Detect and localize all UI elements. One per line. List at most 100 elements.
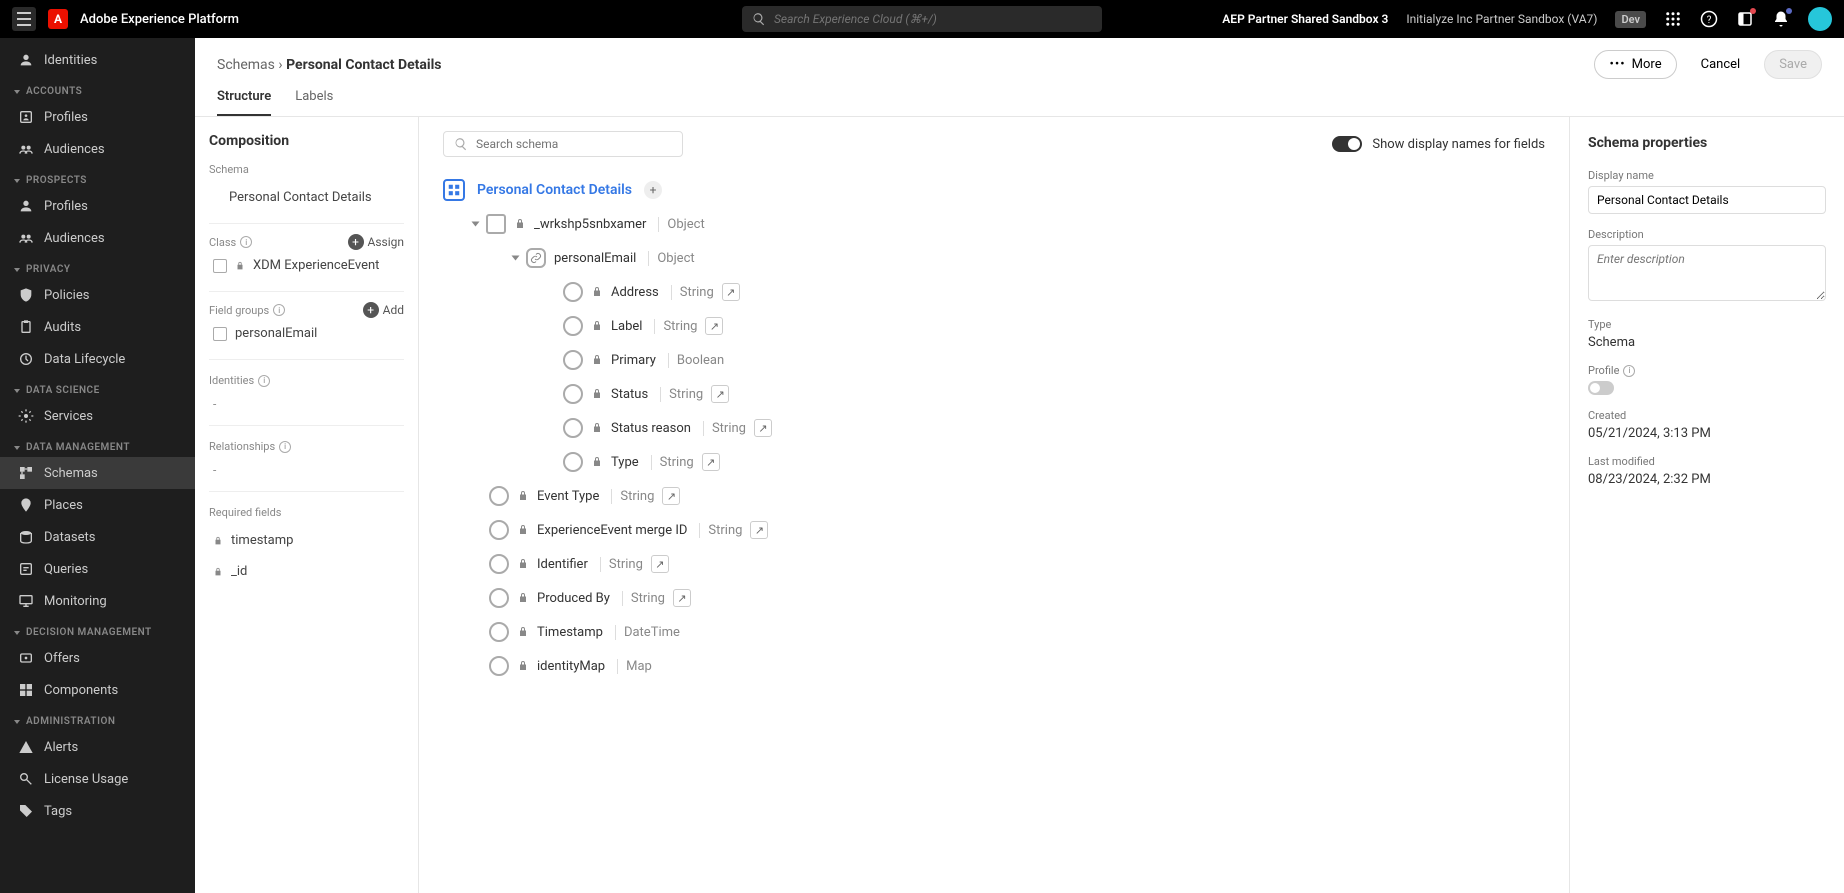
field-node-icon[interactable] bbox=[489, 486, 509, 506]
nav-section-header[interactable]: DATA MANAGEMENT bbox=[0, 432, 195, 457]
nav-policies[interactable]: Policies bbox=[0, 279, 195, 311]
nav-audits[interactable]: Audits bbox=[0, 311, 195, 343]
field-name[interactable]: Label bbox=[611, 319, 642, 334]
field-node-icon[interactable] bbox=[563, 384, 583, 404]
tab-structure[interactable]: Structure bbox=[217, 89, 271, 116]
class-item[interactable]: XDM ExperienceEvent bbox=[209, 250, 404, 281]
avatar[interactable] bbox=[1808, 7, 1832, 31]
field-name[interactable]: personalEmail bbox=[554, 251, 636, 266]
arrow-out-icon[interactable]: ↗ bbox=[705, 317, 723, 335]
nav-places[interactable]: Places bbox=[0, 489, 195, 521]
nav-components[interactable]: Components bbox=[0, 674, 195, 706]
field-node-icon[interactable] bbox=[563, 282, 583, 302]
breadcrumb-parent[interactable]: Schemas bbox=[217, 57, 275, 73]
nav-services[interactable]: Services bbox=[0, 400, 195, 432]
field-node-icon[interactable] bbox=[489, 554, 509, 574]
field-node-icon[interactable] bbox=[563, 316, 583, 336]
fieldgroup-item[interactable]: personalEmail bbox=[209, 318, 404, 349]
nav-audiences[interactable]: Audiences bbox=[0, 222, 195, 254]
expand-caret[interactable] bbox=[512, 256, 520, 261]
nav-alerts[interactable]: Alerts bbox=[0, 731, 195, 763]
field-node-icon[interactable] bbox=[563, 350, 583, 370]
field-name[interactable]: Address bbox=[611, 285, 659, 300]
arrow-out-icon[interactable]: ↗ bbox=[754, 419, 772, 437]
nav-schemas[interactable]: Schemas bbox=[0, 457, 195, 489]
field-node-icon[interactable] bbox=[489, 588, 509, 608]
arrow-out-icon[interactable]: ↗ bbox=[711, 385, 729, 403]
field-name[interactable]: Identifier bbox=[537, 557, 588, 572]
nav-queries[interactable]: Queries bbox=[0, 553, 195, 585]
schema-root-label[interactable]: Personal Contact Details bbox=[477, 182, 632, 198]
schema-search-input[interactable] bbox=[476, 137, 672, 151]
field-name[interactable]: ExperienceEvent merge ID bbox=[537, 523, 687, 538]
field-type: Boolean bbox=[668, 353, 724, 368]
nav-section-header[interactable]: DECISION MANAGEMENT bbox=[0, 617, 195, 642]
display-names-toggle[interactable] bbox=[1332, 136, 1362, 152]
lock-icon bbox=[591, 286, 603, 298]
nav-license-usage[interactable]: License Usage bbox=[0, 763, 195, 795]
field-name[interactable]: Status bbox=[611, 387, 648, 402]
nav-profiles[interactable]: Profiles bbox=[0, 101, 195, 133]
info-icon[interactable]: i bbox=[1623, 365, 1635, 377]
info-icon[interactable]: i bbox=[273, 304, 285, 316]
display-name-input[interactable] bbox=[1588, 186, 1826, 214]
arrow-out-icon[interactable]: ↗ bbox=[662, 487, 680, 505]
add-field-button[interactable]: + bbox=[644, 181, 662, 199]
info-icon[interactable]: i bbox=[240, 236, 252, 248]
tab-labels[interactable]: Labels bbox=[295, 89, 333, 116]
nav-section-header[interactable]: ADMINISTRATION bbox=[0, 706, 195, 731]
field-node-icon[interactable] bbox=[489, 656, 509, 676]
nav-identities[interactable]: Identities bbox=[0, 44, 195, 76]
help-icon[interactable]: ? bbox=[1700, 10, 1718, 28]
field-name[interactable]: Primary bbox=[611, 353, 656, 368]
field-name[interactable]: Produced By bbox=[537, 591, 610, 606]
field-name[interactable]: Event Type bbox=[537, 489, 599, 504]
nav-section-header[interactable]: PRIVACY bbox=[0, 254, 195, 279]
arrow-out-icon[interactable]: ↗ bbox=[702, 453, 720, 471]
nav-monitoring[interactable]: Monitoring bbox=[0, 585, 195, 617]
object-node-icon[interactable] bbox=[526, 248, 546, 268]
nav-offers[interactable]: Offers bbox=[0, 642, 195, 674]
assign-button[interactable]: +Assign bbox=[348, 234, 405, 250]
nav-datasets[interactable]: Datasets bbox=[0, 521, 195, 553]
schema-name[interactable]: Personal Contact Details bbox=[209, 182, 404, 213]
field-name[interactable]: identityMap bbox=[537, 659, 605, 674]
arrow-out-icon[interactable]: ↗ bbox=[722, 283, 740, 301]
panel-notif-icon[interactable] bbox=[1736, 10, 1754, 28]
description-input[interactable] bbox=[1588, 245, 1826, 301]
checkbox[interactable] bbox=[213, 327, 227, 341]
nav-tags[interactable]: Tags bbox=[0, 795, 195, 827]
cancel-button[interactable]: Cancel bbox=[1687, 50, 1755, 79]
checkbox[interactable] bbox=[213, 259, 227, 273]
nav-profiles[interactable]: Profiles bbox=[0, 190, 195, 222]
field-name[interactable]: Timestamp bbox=[537, 625, 603, 640]
add-fieldgroup-button[interactable]: +Add bbox=[363, 302, 404, 318]
field-node-icon[interactable] bbox=[563, 452, 583, 472]
field-node-icon[interactable] bbox=[489, 520, 509, 540]
arrow-out-icon[interactable]: ↗ bbox=[673, 589, 691, 607]
field-name[interactable]: Status reason bbox=[611, 421, 691, 436]
field-node-icon[interactable] bbox=[563, 418, 583, 438]
global-search[interactable] bbox=[742, 6, 1102, 32]
apps-icon[interactable] bbox=[1664, 10, 1682, 28]
arrow-out-icon[interactable]: ↗ bbox=[750, 521, 768, 539]
object-node-icon[interactable] bbox=[486, 214, 506, 234]
field-name[interactable]: Type bbox=[611, 455, 639, 470]
nav-data-lifecycle[interactable]: Data Lifecycle bbox=[0, 343, 195, 375]
nav-section-header[interactable]: PROSPECTS bbox=[0, 165, 195, 190]
nav-audiences[interactable]: Audiences bbox=[0, 133, 195, 165]
info-icon[interactable]: i bbox=[279, 441, 291, 453]
field-node-icon[interactable] bbox=[489, 622, 509, 642]
profile-toggle[interactable] bbox=[1588, 381, 1614, 395]
arrow-out-icon[interactable]: ↗ bbox=[651, 555, 669, 573]
global-search-input[interactable] bbox=[774, 12, 1092, 26]
more-button[interactable]: •••More bbox=[1594, 50, 1676, 79]
schema-search[interactable] bbox=[443, 131, 683, 157]
menu-icon[interactable] bbox=[12, 7, 36, 31]
bell-icon[interactable] bbox=[1772, 10, 1790, 28]
expand-caret[interactable] bbox=[472, 222, 480, 227]
field-name[interactable]: _wrkshp5snbxamer bbox=[534, 217, 646, 232]
nav-section-header[interactable]: ACCOUNTS bbox=[0, 76, 195, 101]
nav-section-header[interactable]: DATA SCIENCE bbox=[0, 375, 195, 400]
info-icon[interactable]: i bbox=[258, 375, 270, 387]
